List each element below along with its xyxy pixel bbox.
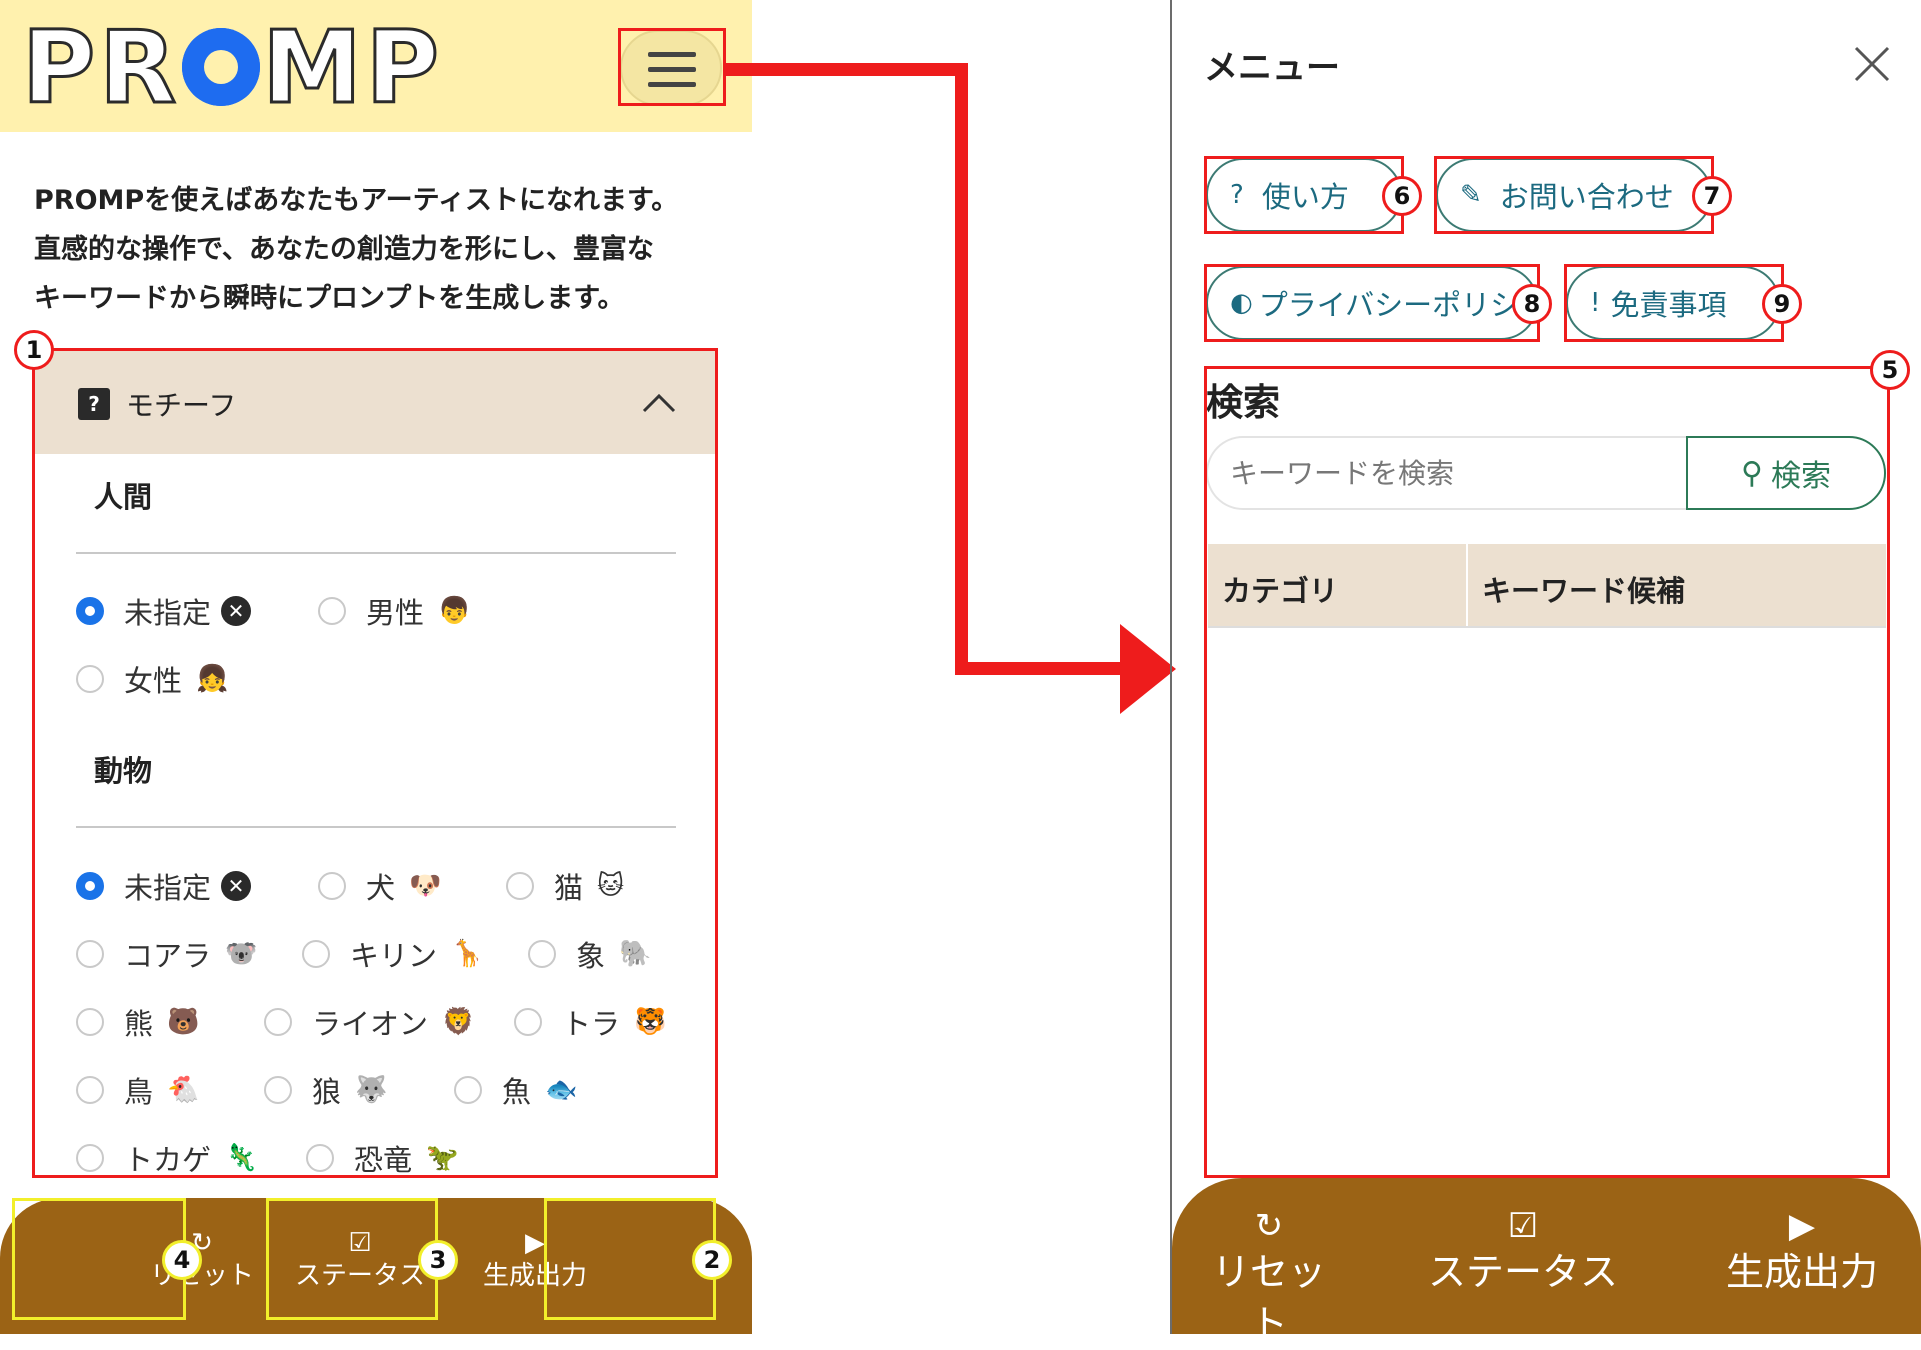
annotation-box-8 (1204, 264, 1540, 342)
intro-text: PROMPを使えばあなたもアーティストになれます。 直感的な操作で、あなたの創造… (34, 176, 714, 323)
arrow-segment (955, 662, 1125, 675)
annotation-box-9 (1564, 264, 1784, 342)
logo-text-1: PR (20, 9, 181, 126)
status-label: ステータス (1428, 1250, 1619, 1294)
intro-line: キーワードから瞬時にプロンプトを生成します。 (34, 283, 625, 314)
annotation-box-4 (12, 1198, 186, 1320)
annotation-badge-7: 7 (1692, 176, 1732, 216)
intro-line: 直感的な操作で、あなたの創造力を形にし、豊富な (34, 234, 654, 265)
status-icon: ☑ (1507, 1206, 1539, 1246)
logo-o-icon (182, 28, 261, 106)
annotation-badge-6: 6 (1382, 176, 1422, 216)
reset-button-right[interactable]: ↻ リセット (1194, 1206, 1344, 1350)
annotation-badge-1: 1 (14, 330, 54, 370)
annotation-box-1 (32, 348, 718, 1178)
annotation-badge-3: 3 (418, 1240, 458, 1280)
generate-button-right[interactable]: ▶ 生成出力 (1712, 1206, 1892, 1298)
annotation-badge-5: 5 (1870, 350, 1910, 390)
annotation-box-2 (544, 1198, 716, 1320)
annotation-box-menu (618, 28, 726, 106)
arrow-segment (726, 63, 968, 76)
reset-label: リセット (1211, 1250, 1326, 1346)
annotation-box-5 (1204, 366, 1890, 1178)
annotation-badge-4: 4 (162, 1240, 202, 1280)
annotation-box-7 (1434, 156, 1714, 234)
panel-border (1170, 0, 1172, 1334)
close-icon[interactable] (1850, 42, 1894, 86)
logo[interactable]: PR MP (20, 16, 443, 119)
arrow-head-icon (1120, 624, 1176, 714)
generate-label: 生成出力 (1725, 1250, 1878, 1294)
reset-icon: ↻ (1254, 1206, 1284, 1246)
annotation-badge-8: 8 (1512, 284, 1552, 324)
annotation-badge-9: 9 (1762, 284, 1802, 324)
arrow-segment (955, 63, 968, 675)
menu-title: メニュー (1204, 48, 1340, 88)
annotation-box-3 (266, 1198, 438, 1320)
intro-line: PROMPを使えばあなたもアーティストになれます。 (34, 185, 679, 216)
annotation-badge-2: 2 (692, 1240, 732, 1280)
annotation-box-6 (1204, 156, 1404, 234)
logo-text-2: MP (261, 9, 444, 126)
status-button-right[interactable]: ☑ ステータス (1428, 1206, 1618, 1298)
play-icon: ▶ (1788, 1206, 1816, 1246)
